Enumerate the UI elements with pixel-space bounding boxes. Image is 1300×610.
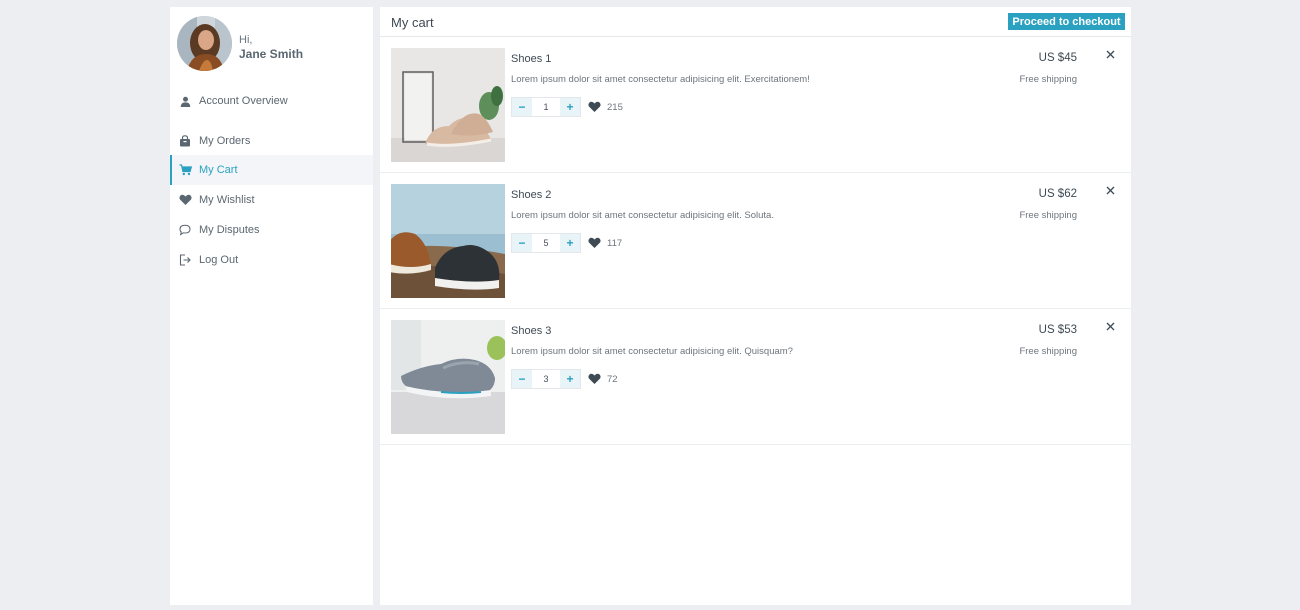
product-image bbox=[391, 184, 505, 298]
increment-button[interactable]: + bbox=[560, 234, 580, 252]
sidebar-item-log-out[interactable]: Log Out bbox=[170, 245, 373, 275]
sidebar-item-label: My Wishlist bbox=[199, 194, 255, 206]
avatar bbox=[177, 16, 232, 71]
chat-bubble-icon bbox=[178, 223, 192, 237]
likes: 72 bbox=[588, 372, 618, 386]
heart-icon bbox=[178, 193, 192, 207]
quantity-stepper: − 5 + bbox=[511, 233, 581, 253]
cart-item: Shoes 2 Lorem ipsum dolor sit amet conse… bbox=[380, 173, 1131, 309]
sidebar-item-my-wishlist[interactable]: My Wishlist bbox=[170, 185, 373, 215]
quantity-value: 3 bbox=[543, 374, 549, 384]
cart-item: Shoes 1 Lorem ipsum dolor sit amet conse… bbox=[380, 37, 1131, 173]
user-name: Jane Smith bbox=[239, 47, 304, 61]
sidebar-item-label: Account Overview bbox=[199, 95, 288, 107]
product-name: Shoes 3 bbox=[511, 325, 552, 337]
decrement-button[interactable]: − bbox=[512, 98, 532, 116]
decrement-button[interactable]: − bbox=[512, 234, 532, 252]
product-name: Shoes 1 bbox=[511, 53, 552, 65]
cart-panel: My cart Proceed to checkout Shoes 1 Lore… bbox=[380, 7, 1131, 605]
product-image bbox=[391, 48, 505, 162]
quantity-stepper: − 3 + bbox=[511, 369, 581, 389]
sidebar-item-my-disputes[interactable]: My Disputes bbox=[170, 215, 373, 245]
user-icon bbox=[178, 94, 192, 108]
increment-button[interactable]: + bbox=[560, 98, 580, 116]
profile-block: Hi, Jane Smith bbox=[177, 16, 367, 72]
close-icon[interactable] bbox=[1103, 319, 1117, 333]
product-description: Lorem ipsum dolor sit amet consectetur a… bbox=[511, 346, 793, 357]
close-icon[interactable] bbox=[1103, 183, 1117, 197]
cart-header: My cart Proceed to checkout bbox=[380, 7, 1131, 37]
heart-icon[interactable] bbox=[588, 101, 601, 113]
shipping-info: Free shipping bbox=[1019, 346, 1077, 357]
bag-icon bbox=[178, 134, 192, 148]
quantity-value: 1 bbox=[543, 102, 549, 112]
greeting-text: Hi, bbox=[239, 34, 253, 46]
cart-item: Shoes 3 Lorem ipsum dolor sit amet conse… bbox=[380, 309, 1131, 445]
sidebar: Hi, Jane Smith Account Overview My Order… bbox=[170, 7, 373, 605]
sidebar-item-label: My Disputes bbox=[199, 224, 260, 236]
product-name: Shoes 2 bbox=[511, 189, 552, 201]
likes-count: 72 bbox=[607, 373, 618, 385]
likes-count: 117 bbox=[607, 237, 623, 249]
likes-count: 215 bbox=[607, 101, 623, 113]
heart-icon[interactable] bbox=[588, 237, 601, 249]
likes: 215 bbox=[588, 100, 623, 114]
page-title: My cart bbox=[391, 15, 434, 30]
proceed-to-checkout-button[interactable]: Proceed to checkout bbox=[1008, 13, 1125, 30]
quantity-value: 5 bbox=[543, 238, 549, 248]
decrement-button[interactable]: − bbox=[512, 370, 532, 388]
product-description: Lorem ipsum dolor sit amet consectetur a… bbox=[511, 210, 774, 221]
product-image bbox=[391, 320, 505, 434]
product-description: Lorem ipsum dolor sit amet consectetur a… bbox=[511, 74, 810, 85]
cart-icon bbox=[178, 163, 192, 177]
shipping-info: Free shipping bbox=[1019, 210, 1077, 221]
increment-button[interactable]: + bbox=[560, 370, 580, 388]
close-icon[interactable] bbox=[1103, 47, 1117, 61]
sidebar-item-account-overview[interactable]: Account Overview bbox=[170, 86, 373, 116]
likes: 117 bbox=[588, 236, 622, 250]
quantity-stepper: − 1 + bbox=[511, 97, 581, 117]
sidebar-item-label: My Orders bbox=[199, 135, 251, 147]
sidebar-item-my-orders[interactable]: My Orders bbox=[170, 126, 373, 156]
logout-icon bbox=[178, 253, 192, 267]
shipping-info: Free shipping bbox=[1019, 74, 1077, 85]
product-price: US $45 bbox=[1038, 52, 1077, 64]
sidebar-item-label: My Cart bbox=[199, 164, 238, 176]
sidebar-item-my-cart[interactable]: My Cart bbox=[170, 155, 373, 185]
heart-icon[interactable] bbox=[588, 373, 601, 385]
product-price: US $62 bbox=[1038, 188, 1077, 200]
product-price: US $53 bbox=[1038, 324, 1077, 336]
sidebar-item-label: Log Out bbox=[199, 254, 239, 266]
